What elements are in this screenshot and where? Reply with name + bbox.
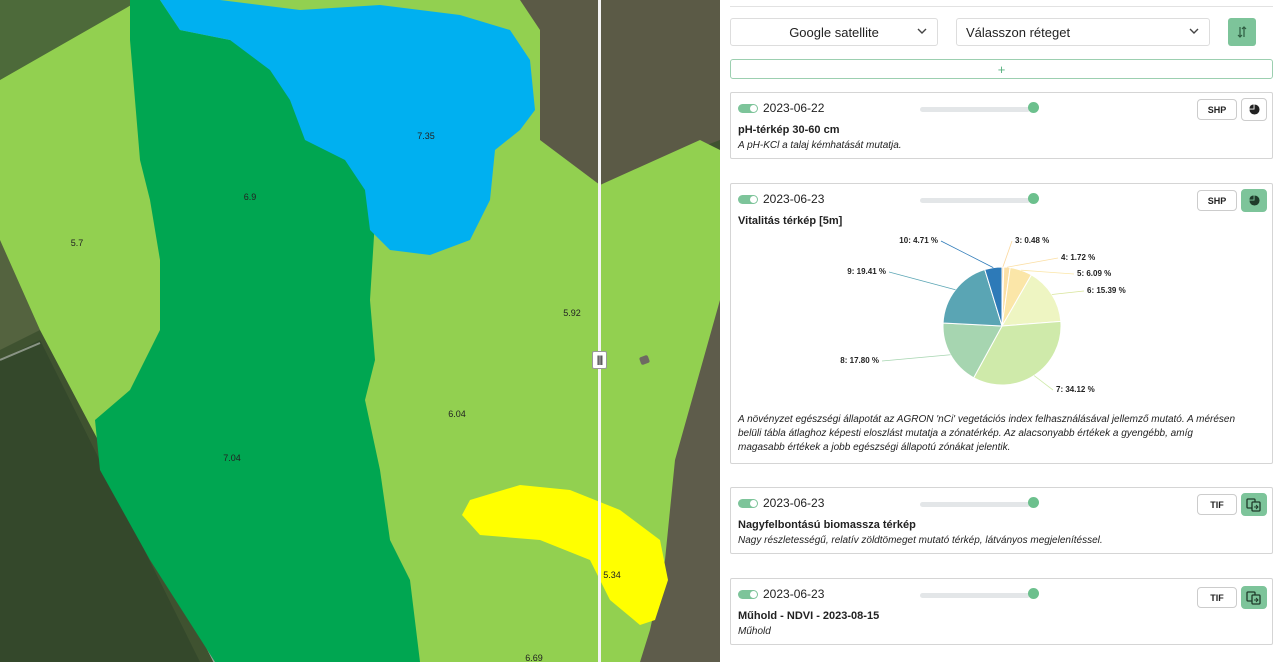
pie-slice-label: 9: 19.41 %	[847, 267, 886, 276]
basemap-select-value: Google satellite	[789, 24, 879, 40]
pie-slice-label: 7: 34.12 %	[1056, 385, 1095, 394]
description-line: magasabb értékek a jobb egészségi állapo…	[738, 442, 1011, 453]
layer-date: 2023-06-23	[763, 587, 825, 601]
map-canvas[interactable]	[0, 0, 720, 662]
zone-value-label: 6.9	[243, 192, 257, 202]
pie-leader-line	[1002, 240, 1013, 268]
pie-leader-line	[940, 240, 994, 269]
pie-leader-line	[881, 354, 951, 362]
zone-value-label: 5.34	[603, 570, 621, 580]
compare-button[interactable]	[1241, 586, 1267, 609]
opacity-slider-knob[interactable]	[1028, 588, 1039, 599]
pie-slice-label: 3: 0.48 %	[1015, 236, 1050, 245]
divider	[730, 6, 1273, 7]
layer-select[interactable]: Válasszon réteget	[956, 18, 1210, 46]
opacity-slider-track[interactable]	[920, 502, 1030, 507]
layer-card: 2023-06-23 SHP Vitalitás térkép [5m] 3: …	[730, 183, 1273, 464]
layer-description: A pH-KCl a talaj kémhatását mutatja.	[738, 140, 902, 151]
pie-slice-label: 8: 17.80 %	[840, 356, 879, 365]
pie-slice-label: 10: 4.71 %	[899, 236, 938, 245]
pie-leader-line	[1051, 290, 1085, 295]
layer-panel: Google satellite Válasszon réteget + 202…	[720, 0, 1280, 662]
download-format-button[interactable]: TIF	[1197, 494, 1237, 515]
basemap-select[interactable]: Google satellite	[730, 18, 938, 46]
swipe-divider[interactable]	[598, 0, 601, 662]
zone-value-label: 5.92	[563, 308, 581, 318]
layer-card: 2023-06-22 SHP pH-térkép 30-60 cm A pH-K…	[730, 92, 1273, 159]
zone-value-label: 7.35	[417, 131, 435, 141]
layer-card: 2023-06-23 TIF Nagyfelbontású biomassza …	[730, 487, 1273, 554]
chart-toggle-button[interactable]	[1241, 98, 1267, 121]
chevron-down-icon	[1189, 28, 1199, 34]
zone-value-label: 6.69	[525, 653, 543, 662]
layer-visibility-toggle[interactable]	[738, 104, 758, 113]
layer-title: pH-térkép 30-60 cm	[738, 124, 840, 136]
description-line: A növényzet egészségi állapotát az AGRON…	[738, 414, 1236, 425]
layer-description: Nagy részletességű, relatív zöldtömeget …	[738, 535, 1103, 546]
opacity-slider-knob[interactable]	[1028, 497, 1039, 508]
map-view[interactable]: 7.35 6.9 5.7 5.92 6.04 7.04 5.34 6.69 ||…	[0, 0, 720, 662]
layer-date: 2023-06-22	[763, 101, 825, 115]
layer-card: 2023-06-23 TIF Műhold - NDVI - 2023-08-1…	[730, 578, 1273, 645]
download-format-button[interactable]: TIF	[1197, 587, 1237, 608]
compare-button[interactable]	[1241, 493, 1267, 516]
pie-slice-label: 4: 1.72 %	[1061, 253, 1096, 262]
description-line: belüli tábla átlaghoz képesti eloszlást …	[738, 428, 1193, 439]
layer-title: Nagyfelbontású biomassza térkép	[738, 519, 916, 531]
zone-value-label: 7.04	[223, 453, 241, 463]
opacity-slider-knob[interactable]	[1028, 102, 1039, 113]
pie-leader-line	[1006, 257, 1059, 268]
zone-value-label: 6.04	[448, 409, 466, 419]
layer-date: 2023-06-23	[763, 496, 825, 510]
zone-value-label: 5.7	[70, 238, 84, 248]
chevron-down-icon	[917, 28, 927, 34]
add-layer-button[interactable]: +	[730, 59, 1273, 79]
sort-icon	[1237, 26, 1247, 38]
layer-visibility-toggle[interactable]	[738, 499, 758, 508]
pie-slice-label: 5: 6.09 %	[1077, 269, 1112, 278]
pie-slice-label: 6: 15.39 %	[1087, 286, 1126, 295]
layer-visibility-toggle[interactable]	[738, 590, 758, 599]
pie-leader-line	[888, 271, 956, 291]
pie-leader-line	[1033, 375, 1054, 391]
compare-maps-icon	[1246, 497, 1261, 512]
opacity-slider-track[interactable]	[920, 107, 1030, 112]
opacity-slider-track[interactable]	[920, 593, 1030, 598]
layer-select-placeholder: Válasszon réteget	[966, 24, 1071, 40]
pie-chart-icon	[1248, 104, 1260, 115]
layer-title: Műhold - NDVI - 2023-08-15	[738, 610, 880, 622]
layer-description: A növényzet egészségi állapotát az AGRON…	[738, 413, 1235, 455]
compare-maps-icon	[1246, 590, 1261, 605]
layer-description: Műhold	[738, 626, 771, 637]
swipe-handle[interactable]: |||	[592, 351, 607, 369]
download-format-button[interactable]: SHP	[1197, 99, 1237, 120]
sort-button[interactable]	[1228, 18, 1256, 46]
